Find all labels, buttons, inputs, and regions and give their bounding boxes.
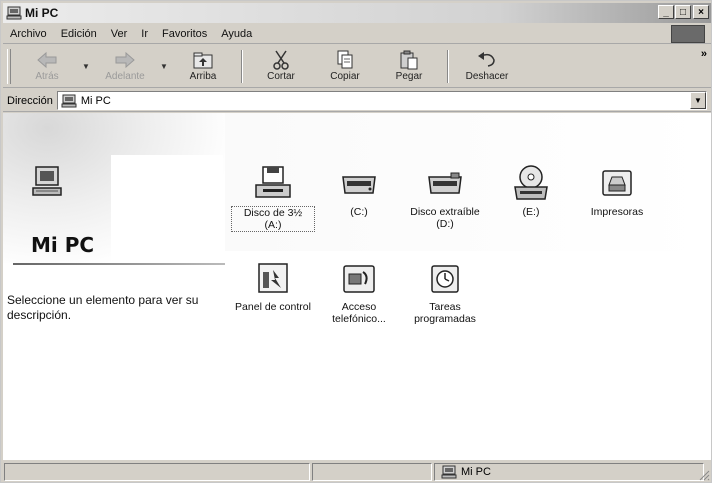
computer-icon <box>441 465 457 479</box>
toolbar-separator <box>241 50 243 83</box>
status-zone-text: Mi PC <box>461 466 491 478</box>
back-arrow-icon <box>37 51 57 69</box>
menu-ver[interactable]: Ver <box>104 28 135 40</box>
control-panel-icon <box>258 263 288 293</box>
resize-grip-icon[interactable] <box>698 469 710 481</box>
menu-bar: Archivo Edición Ver Ir Favoritos Ayuda <box>3 24 711 44</box>
drive-item-a[interactable]: Disco de 3½ (A:) <box>231 163 315 232</box>
computer-icon <box>6 6 22 20</box>
up-button[interactable]: Arriba <box>171 46 235 87</box>
copy-button[interactable]: Copiar <box>313 46 377 87</box>
undo-button[interactable]: Deshacer <box>455 46 519 87</box>
scheduled-tasks-item[interactable]: Tareas programadas <box>403 258 487 325</box>
control-panel-label: Panel de control <box>235 301 311 313</box>
address-value: Mi PC <box>80 94 111 107</box>
standard-toolbar: Atrás ▼ Adelante ▼ Arriba Cortar Copiar … <box>3 46 711 88</box>
status-panel-secondary <box>312 463 432 481</box>
menu-favoritos[interactable]: Favoritos <box>155 28 214 40</box>
status-panel-main <box>4 463 310 481</box>
cut-label: Cortar <box>267 71 295 82</box>
paste-button[interactable]: Pegar <box>377 46 441 87</box>
toolbar-grip[interactable] <box>7 49 11 84</box>
status-bar: Mi PC <box>3 462 711 482</box>
status-panel-zone: Mi PC <box>434 463 704 481</box>
panel-description: Seleccione un elemento para ver su descr… <box>7 293 199 322</box>
up-label: Arriba <box>189 71 217 82</box>
printers-folder-icon <box>602 170 632 196</box>
window-title: Mi PC <box>25 6 59 20</box>
toolbar-separator-2 <box>447 50 449 83</box>
panel-white-block <box>111 155 223 260</box>
windows-logo-throbber <box>671 25 705 43</box>
floppy-drive-icon <box>255 166 291 198</box>
panel-title: Mi PC <box>31 233 95 257</box>
forward-label: Adelante <box>105 71 145 82</box>
dialup-networking-label: Acceso telefónico... <box>332 301 386 325</box>
menu-ir[interactable]: Ir <box>134 28 155 40</box>
dialup-networking-item[interactable]: Acceso telefónico... <box>317 258 401 325</box>
drive-item-e[interactable]: (E:) <box>489 163 573 218</box>
explorer-window: Mi PC _ □ × Archivo Edición Ver Ir Favor… <box>0 0 712 483</box>
undo-label: Deshacer <box>465 71 509 82</box>
printers-folder-item[interactable]: Impresoras <box>575 163 659 218</box>
printers-label: Impresoras <box>590 206 644 218</box>
maximize-button[interactable]: □ <box>675 5 691 19</box>
close-button[interactable]: × <box>693 5 709 19</box>
back-button[interactable]: Atrás <box>15 46 79 87</box>
drive-label-e: (E:) <box>522 206 540 218</box>
menu-ayuda[interactable]: Ayuda <box>214 28 259 40</box>
drive-label-c: (C:) <box>350 206 368 218</box>
webview-info-panel: Mi PC Seleccione un elemento para ver su… <box>3 113 225 460</box>
forward-button[interactable]: Adelante <box>93 46 157 87</box>
minimize-button[interactable]: _ <box>658 5 674 19</box>
back-label: Atrás <box>35 71 59 82</box>
back-dropdown[interactable]: ▼ <box>79 46 93 87</box>
forward-arrow-icon <box>115 51 135 69</box>
address-input[interactable]: Mi PC ▼ <box>56 91 707 110</box>
undo-icon <box>478 52 495 67</box>
toolbar-overflow-chevron[interactable]: » <box>701 48 707 60</box>
cut-button[interactable]: Cortar <box>249 46 313 87</box>
scissors-icon <box>273 50 289 70</box>
drive-item-d[interactable]: Disco extraíble (D:) <box>403 163 487 230</box>
panel-divider <box>13 263 225 265</box>
folder-up-icon <box>193 52 213 69</box>
address-bar: Dirección Mi PC ▼ <box>3 90 711 112</box>
menu-archivo[interactable]: Archivo <box>3 28 54 40</box>
paste-label: Pegar <box>395 71 423 82</box>
address-label: Dirección <box>7 94 53 107</box>
forward-dropdown[interactable]: ▼ <box>157 46 171 87</box>
title-bar[interactable]: Mi PC _ □ × <box>3 3 711 23</box>
removable-drive-icon <box>428 172 462 194</box>
copy-label: Copiar <box>330 71 360 82</box>
scheduled-tasks-label: Tareas programadas <box>414 301 476 325</box>
paste-icon <box>400 50 418 70</box>
drive-label-a: Disco de 3½ (A:) <box>231 206 315 232</box>
scheduled-tasks-icon <box>431 265 459 293</box>
computer-icon <box>61 94 77 107</box>
control-panel-item[interactable]: Panel de control <box>231 258 315 313</box>
drive-label-d: Disco extraíble (D:) <box>410 206 480 230</box>
dialup-networking-icon <box>343 265 375 293</box>
menu-edicion[interactable]: Edición <box>54 28 104 40</box>
drive-item-c[interactable]: (C:) <box>317 163 401 218</box>
folder-view[interactable]: Mi PC Seleccione un elemento para ver su… <box>3 113 711 460</box>
hard-drive-icon <box>342 176 376 194</box>
computer-icon <box>32 166 62 196</box>
address-dropdown-button[interactable]: ▼ <box>690 92 706 109</box>
copy-icon <box>337 50 353 69</box>
cd-drive-icon <box>514 165 548 200</box>
